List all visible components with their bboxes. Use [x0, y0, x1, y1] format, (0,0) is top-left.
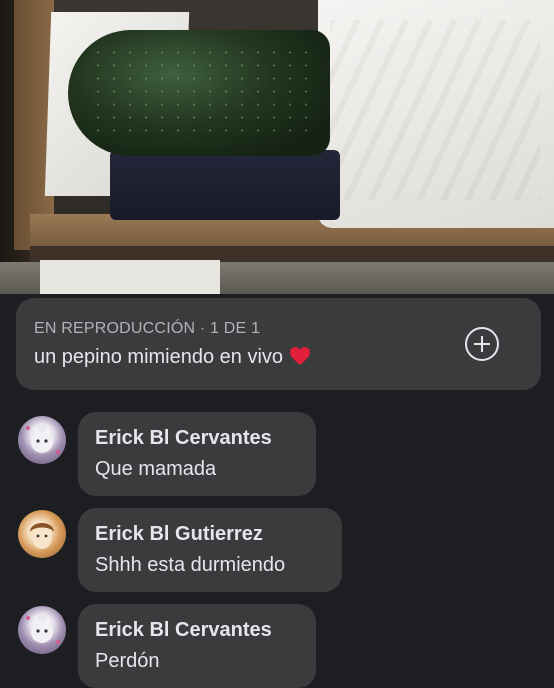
now-playing-title: un pepino mimiendo en vivo — [34, 346, 284, 368]
add-button[interactable] — [465, 327, 499, 361]
comment-author[interactable]: Erick Bl Cervantes — [95, 619, 272, 642]
girl-avatar[interactable] — [18, 510, 66, 558]
cat-avatar[interactable] — [18, 606, 66, 654]
plus-icon-vertical — [481, 336, 483, 352]
now-playing-card[interactable]: EN REPRODUCCIÓN · 1 DE 1 un pepino mimie… — [16, 298, 541, 390]
comment-text: Shhh esta durmiendo — [95, 554, 286, 576]
paper-towel-texture — [330, 20, 540, 200]
cat-avatar[interactable] — [18, 416, 66, 464]
comment-text: Perdón — [95, 650, 160, 672]
heart-icon — [289, 346, 311, 372]
live-video-frame[interactable] — [0, 0, 554, 294]
comment-bubble[interactable]: Erick Bl Cervantes Que mamada — [78, 412, 316, 496]
comment-author[interactable]: Erick Bl Gutierrez — [95, 523, 263, 546]
comment-text: Que mamada — [95, 458, 217, 480]
now-playing-status: EN REPRODUCCIÓN · 1 DE 1 — [34, 320, 261, 337]
dark-cloth — [110, 150, 340, 220]
cucumber-speckles — [90, 46, 310, 142]
comment-bubble[interactable]: Erick Bl Cervantes Perdón — [78, 604, 316, 688]
folded-cloth — [40, 260, 220, 294]
comment-author[interactable]: Erick Bl Cervantes — [95, 427, 272, 450]
now-playing-title-row: un pepino mimiendo en vivo — [34, 346, 311, 372]
comment-bubble[interactable]: Erick Bl Gutierrez Shhh esta durmiendo — [78, 508, 342, 592]
